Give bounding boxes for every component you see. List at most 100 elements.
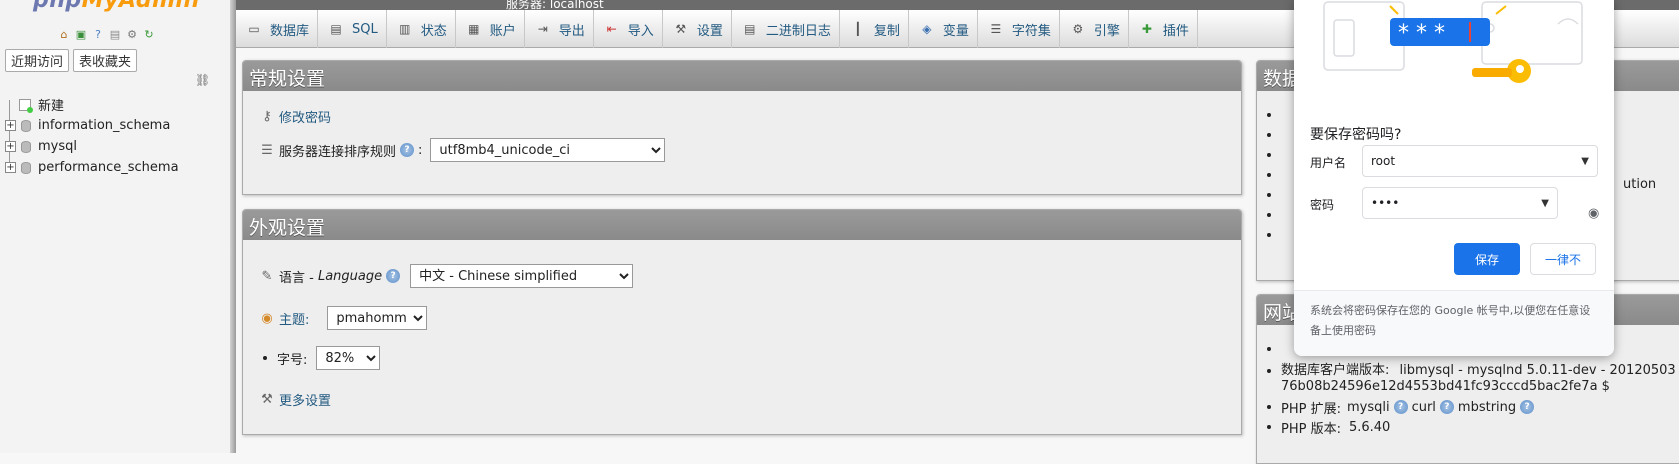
link-icon[interactable]: ⛓ [195,73,210,87]
collation-row: ☰ 服务器连接排序规则 ? : utf8mb4_unicode_ci [259,138,666,162]
tab-replication[interactable]: ┃ 复制 [840,10,909,48]
eye-icon[interactable]: ◉ [1588,206,1599,221]
import-icon: ⇤ [606,22,617,36]
list-item [1267,165,1281,185]
tab-databases[interactable]: ▭ 数据库 [236,10,319,48]
language-label-en: Language [317,268,383,284]
logout-icon[interactable]: ▣ [74,27,88,41]
tab-plugins[interactable]: ✚ 插件 [1129,10,1198,48]
engine-icon: ⚙ [1072,22,1084,36]
db-server-list [1267,105,1281,245]
password-label: 密码 [1310,198,1335,212]
tree-item-label[interactable]: mysql [38,139,77,154]
client-version-value-cont: 76b08b24596e12d4553bd41fc93cccd5bac2fe7a… [1281,379,1610,394]
never-button[interactable]: 一律不 [1530,243,1596,275]
password-field[interactable]: •••• ▼ [1362,187,1558,219]
expand-icon[interactable]: + [5,162,16,173]
username-label: 用户名 [1310,156,1347,170]
language-select[interactable]: 中文 - Chinese simplified [410,264,634,288]
expand-icon[interactable]: + [5,120,16,131]
nav-resize-handle[interactable] [230,0,236,453]
appearance-settings-panel: 外观设置 ✎ 语言 - Language ? 中文 - Chinese simp… [242,209,1242,435]
tab-label: 数据库 [270,23,310,39]
server-version-fragment: ution [1623,177,1657,192]
collation-select[interactable]: utf8mb4_unicode_ci [430,138,666,162]
tab-export[interactable]: ⇥ 导出 [525,10,594,48]
tree-item-database[interactable]: + mysql [5,136,179,157]
tab-status[interactable]: ▥ 状态 [387,10,456,48]
theme-select[interactable]: pmahomme [327,306,428,330]
accounts-icon: ▦ [468,22,480,36]
more-settings-link[interactable]: 更多设置 [279,390,331,409]
username-field[interactable]: root ▼ [1362,145,1598,177]
tab-label: 导入 [627,23,654,39]
gear-icon[interactable]: ⚙ [125,27,139,41]
client-version-label: 数据库客户端版本: [1281,363,1390,378]
list-item [1267,145,1281,165]
dialog-title: 要保存密码吗? [1310,127,1402,143]
dialog-footer: 系统会将密码保存在您的 Google 帐号中,以便您在任意设备上使用密码 [1294,290,1614,356]
help-icon[interactable]: ? [91,27,105,41]
tab-label: SQL [352,21,378,37]
tab-settings[interactable]: ⚒ 设置 [663,10,732,48]
tab-charset[interactable]: ☰ 字符集 [978,10,1060,48]
change-password-link[interactable]: 修改密码 [279,107,331,126]
help-icon[interactable]: ? [1520,400,1535,414]
bullet [1267,173,1271,177]
dropdown-arrow-icon[interactable]: ▼ [1541,198,1549,209]
help-icon[interactable]: ? [1393,400,1408,414]
tab-import[interactable]: ⇤ 导入 [594,10,663,48]
php-version-value: 5.6.40 [1348,419,1391,435]
help-icon[interactable]: ? [1439,400,1454,414]
help-icon[interactable]: ? [386,269,401,283]
theme-label[interactable]: 主题: [279,309,309,328]
plugin-icon: ✚ [1141,22,1152,36]
help-icon[interactable]: ? [400,143,415,157]
bullet [1267,425,1271,429]
tab-engines[interactable]: ⚙ 引擎 [1060,10,1129,48]
tab-label: 复制 [873,23,900,39]
home-icon[interactable]: ⌂ [57,27,71,41]
tab-sql[interactable]: ▤ SQL [318,10,387,48]
tab-accounts[interactable]: ▦ 账户 [456,10,525,48]
save-button[interactable]: 保存 [1454,243,1520,275]
list-item [1267,225,1281,245]
tab-binlog[interactable]: ▤ 二进制日志 [732,10,840,48]
tree-item-database[interactable]: + information_schema [5,115,179,136]
recent-button[interactable]: 近期访问 [5,49,70,72]
tree-item-label[interactable]: information_schema [38,118,170,133]
panel-title: 常规设置 [243,61,1241,91]
bullet [1267,233,1271,237]
bullet [1267,213,1271,217]
wrench-icon: ⚒ [261,392,273,407]
reload-icon[interactable]: ↻ [142,27,156,41]
language-label: 语言 - [279,270,318,286]
list-item [1267,125,1281,145]
tree-item-database[interactable]: + performance_schema [5,157,179,178]
bullet [1267,133,1271,137]
tree-item-new[interactable]: 新建 [5,94,179,115]
colon: : [418,142,423,158]
language-icon: ✎ [261,268,273,284]
bullet [1267,113,1271,117]
favorites-button[interactable]: 表收藏夹 [73,49,138,72]
tree-item-label[interactable]: performance_schema [38,160,179,175]
panel-title: 外观设置 [243,210,1241,240]
expand-icon[interactable]: + [5,141,16,152]
wrench-icon: ⚒ [675,22,687,36]
change-password-row: ⚷ 修改密码 [259,107,331,126]
collation-label: 服务器连接排序规则 [279,144,397,160]
font-size-select[interactable]: 82% [316,346,381,370]
font-size-label: 字号: [277,352,308,368]
tab-label: 字符集 [1011,23,1051,39]
phpmyadmin-logo[interactable]: phpMyAdmin [33,0,200,13]
docs-icon[interactable]: ▤ [108,27,122,41]
password-mask-glyphs: * * * [1398,21,1445,46]
logo-suffix: MyAdmin [81,0,200,13]
tab-label: 二进制日志 [765,23,831,39]
dropdown-arrow-icon[interactable]: ▼ [1581,156,1589,167]
tab-variables[interactable]: ◈ 变量 [909,10,978,48]
list-item [1267,185,1281,205]
bullet [263,356,267,360]
status-icon: ▥ [399,22,411,36]
